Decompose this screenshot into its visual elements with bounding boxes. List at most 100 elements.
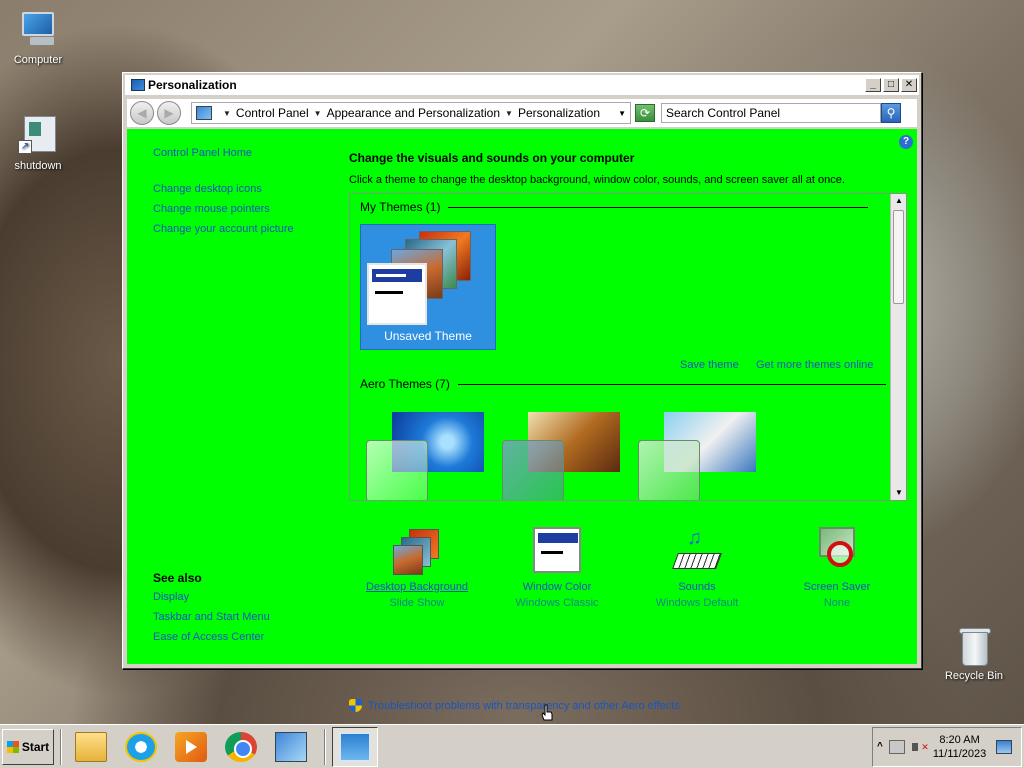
- desktop-icon-label: shutdown: [14, 160, 62, 172]
- change-desktop-icons-link[interactable]: Change desktop icons: [153, 183, 294, 195]
- window-color-setting[interactable]: Window Color Windows Classic: [487, 525, 627, 609]
- network-icon[interactable]: [888, 739, 905, 754]
- window-color-preview: [367, 263, 427, 325]
- sounds-value: Windows Default: [655, 597, 739, 609]
- computer-icon: [16, 10, 60, 50]
- breadcrumb-arrow-icon[interactable]: ▼: [223, 109, 231, 118]
- taskbar-control-panel-task[interactable]: [268, 727, 314, 767]
- hand-cursor-icon: [541, 704, 553, 721]
- troubleshoot-label: Troubleshoot problems with transparency …: [368, 699, 680, 712]
- minimize-button[interactable]: _: [865, 78, 881, 92]
- theme-name: Unsaved Theme: [384, 329, 472, 343]
- theme-windows-7[interactable]: [362, 408, 486, 500]
- taskbar-media-player[interactable]: [168, 727, 214, 767]
- desktop-background-label[interactable]: Desktop Background: [347, 581, 487, 593]
- address-bar[interactable]: ▼ Control Panel ▼ Appearance and Persona…: [191, 102, 631, 124]
- theme-glass-preview: [638, 440, 700, 500]
- taskbar-internet-explorer[interactable]: [118, 727, 164, 767]
- theme-unsaved[interactable]: Unsaved Theme: [360, 224, 496, 350]
- window-title: Personalization: [148, 78, 237, 92]
- page-title: Change the visuals and sounds on your co…: [349, 151, 635, 165]
- change-mouse-pointers-link[interactable]: Change mouse pointers: [153, 203, 294, 215]
- desktop-icon-recycle-bin[interactable]: Recycle Bin: [936, 626, 1012, 682]
- scroll-up-icon[interactable]: ▲: [891, 194, 906, 208]
- desktop-icon-label: Computer: [13, 54, 63, 66]
- see-also-section: See also Display Taskbar and Start Menu …: [153, 571, 270, 651]
- taskbar: Start ^ 8:20 AM 11/11/2023: [0, 724, 1024, 768]
- title-bar[interactable]: Personalization _ □ ✕: [125, 75, 919, 95]
- taskbar-chrome[interactable]: [218, 727, 264, 767]
- taskbar-start-menu-link[interactable]: Taskbar and Start Menu: [153, 611, 270, 623]
- show-hidden-icons-icon[interactable]: ^: [877, 741, 883, 752]
- start-button[interactable]: Start: [2, 728, 54, 765]
- taskbar-personalization-window[interactable]: [332, 726, 378, 767]
- screen-saver-label[interactable]: Screen Saver: [767, 581, 907, 593]
- search-input[interactable]: [661, 103, 881, 123]
- see-also-heading: See also: [153, 571, 202, 585]
- breadcrumb-personalization[interactable]: Personalization: [518, 106, 600, 120]
- back-button[interactable]: ◀: [130, 101, 154, 125]
- screen-saver-icon: [811, 525, 863, 577]
- windows-flag-icon: [6, 740, 19, 753]
- ease-of-access-link[interactable]: Ease of Access Center: [153, 631, 270, 643]
- show-desktop-icon[interactable]: [996, 739, 1013, 754]
- breadcrumb-arrow-icon[interactable]: ▼: [314, 109, 322, 118]
- change-account-picture-link[interactable]: Change your account picture: [153, 223, 294, 235]
- desktop-background-value: Slide Show: [389, 597, 445, 609]
- window-color-icon: [531, 525, 583, 577]
- breadcrumb-appearance[interactable]: Appearance and Personalization: [327, 106, 500, 120]
- screen-saver-value: None: [823, 597, 851, 609]
- media-player-icon: [175, 731, 207, 762]
- personalization-window: Personalization _ □ ✕ ◀ ▶ ▼ Control Pane…: [122, 72, 922, 721]
- shortcut-icon: ↗: [16, 116, 60, 156]
- address-dropdown-icon[interactable]: ▼: [618, 109, 626, 118]
- theme-list-scrollbar[interactable]: ▲ ▼: [890, 194, 906, 500]
- page-description: Click a theme to change the desktop back…: [349, 174, 845, 186]
- left-nav: Control Panel Home Change desktop icons …: [153, 147, 294, 243]
- get-more-themes-link[interactable]: Get more themes online: [756, 359, 873, 371]
- forward-button[interactable]: ▶: [157, 101, 181, 125]
- save-theme-link[interactable]: Save theme: [680, 359, 739, 371]
- divider: [457, 383, 886, 385]
- window-color-value: Windows Classic: [515, 597, 599, 609]
- breadcrumb-arrow-icon[interactable]: ▼: [505, 109, 513, 118]
- maximize-button[interactable]: □: [883, 78, 899, 92]
- taskbar-file-explorer[interactable]: [68, 727, 114, 767]
- close-button[interactable]: ✕: [901, 78, 917, 92]
- chrome-icon: [225, 731, 257, 762]
- folder-icon: [75, 731, 107, 762]
- divider: [448, 206, 869, 208]
- desktop-icon-shutdown[interactable]: ↗ shutdown: [0, 116, 76, 172]
- search-icon[interactable]: ⚲: [881, 103, 901, 123]
- clock-time: 8:20 AM: [939, 733, 980, 746]
- taskbar-separator: [324, 728, 326, 765]
- desktop-icon-computer[interactable]: Computer: [0, 10, 76, 66]
- system-tray: ^ 8:20 AM 11/11/2023: [872, 726, 1022, 767]
- control-panel-home-link[interactable]: Control Panel Home: [153, 147, 294, 159]
- breadcrumb-control-panel[interactable]: Control Panel: [236, 106, 309, 120]
- my-themes-header: My Themes (1): [360, 200, 869, 214]
- control-panel-icon: [339, 731, 371, 762]
- theme-characters[interactable]: [634, 408, 758, 500]
- content-area: ? Control Panel Home Change desktop icon…: [127, 129, 917, 721]
- troubleshoot-link[interactable]: Troubleshoot problems with transparency …: [349, 699, 680, 712]
- refresh-button[interactable]: ⟳: [635, 104, 655, 122]
- clock[interactable]: 8:20 AM 11/11/2023: [933, 733, 986, 761]
- help-icon[interactable]: ?: [899, 135, 913, 149]
- sounds-setting[interactable]: ♫ Sounds Windows Default: [627, 525, 767, 609]
- scroll-thumb[interactable]: [893, 210, 904, 304]
- sounds-label[interactable]: Sounds: [627, 581, 767, 593]
- screen-saver-setting[interactable]: Screen Saver None: [767, 525, 907, 609]
- window-color-label[interactable]: Window Color: [487, 581, 627, 593]
- control-panel-task-icon: [275, 731, 307, 762]
- display-link[interactable]: Display: [153, 591, 270, 603]
- scroll-down-icon[interactable]: ▼: [891, 486, 906, 500]
- volume-muted-icon[interactable]: [911, 740, 929, 754]
- theme-list: My Themes (1) Unsaved Theme Save theme G…: [349, 193, 907, 501]
- theme-architecture[interactable]: [498, 408, 622, 500]
- shield-icon: [349, 699, 362, 712]
- desktop-background-setting[interactable]: Desktop Background Slide Show: [347, 525, 487, 609]
- address-toolbar: ◀ ▶ ▼ Control Panel ▼ Appearance and Per…: [127, 99, 917, 127]
- theme-glass-preview: [366, 440, 428, 500]
- desktop-icon-label: Recycle Bin: [944, 670, 1004, 682]
